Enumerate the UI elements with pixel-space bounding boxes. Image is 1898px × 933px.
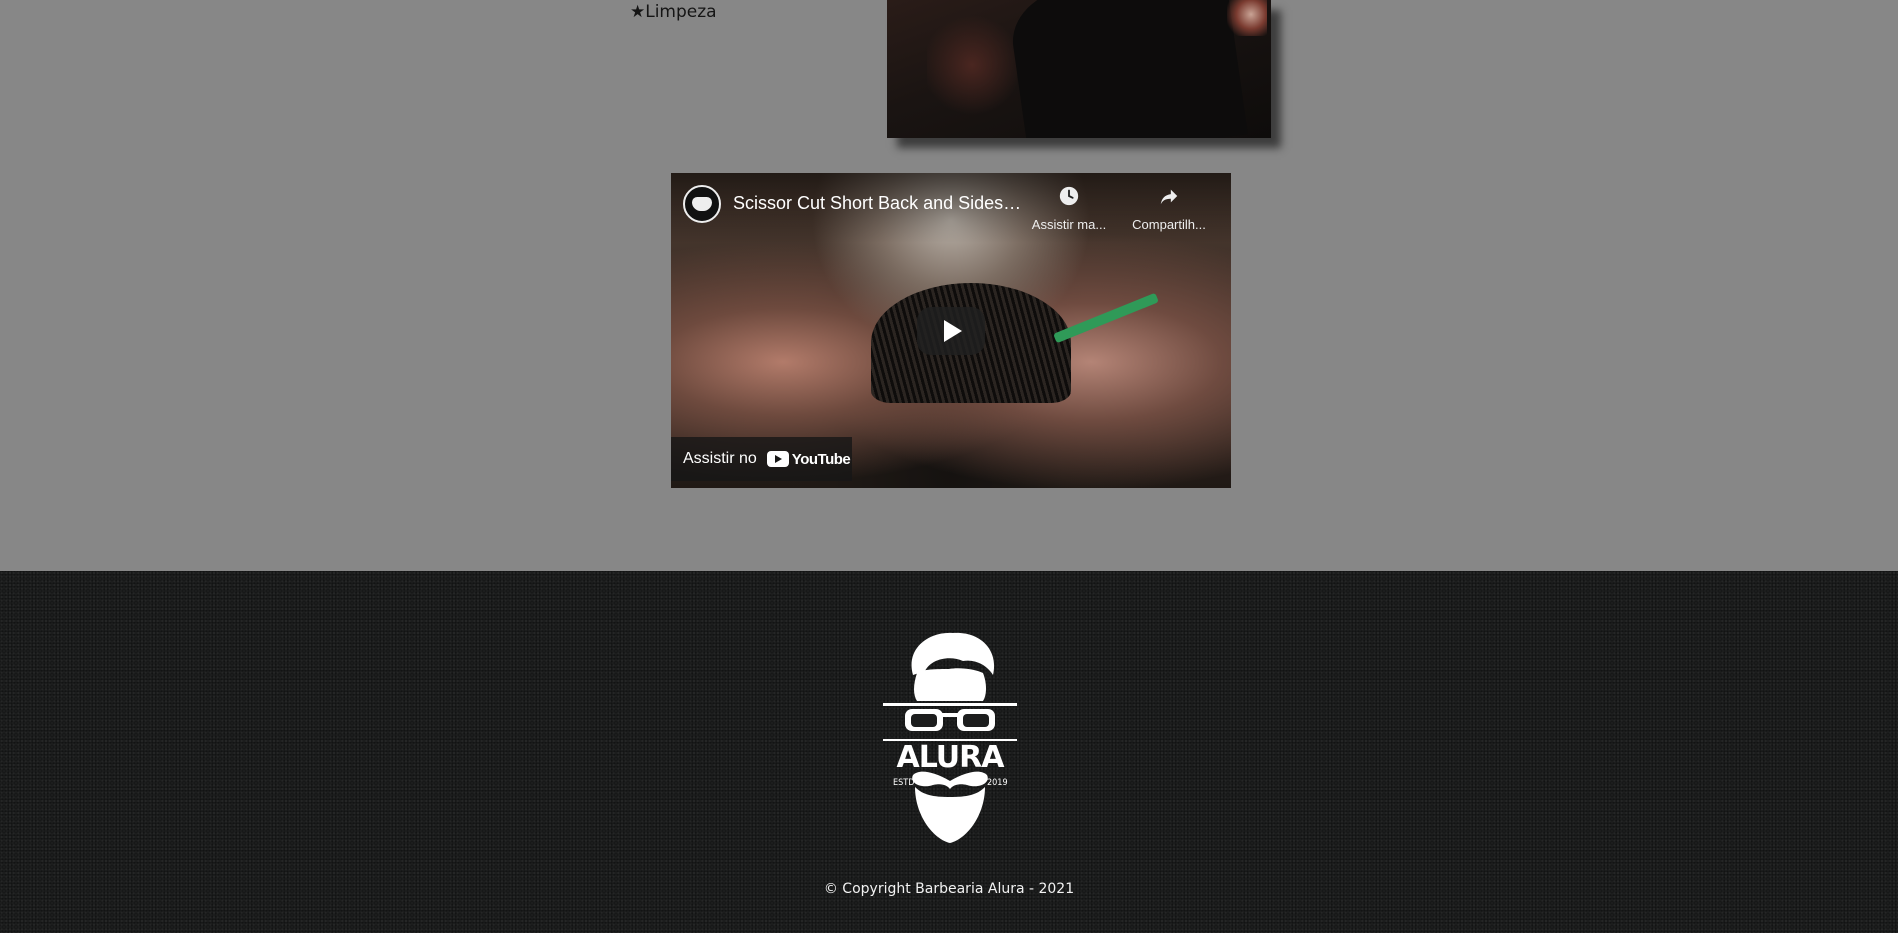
clock-icon — [1027, 185, 1111, 213]
barber-photo — [887, 0, 1271, 138]
svg-text:2019: 2019 — [987, 778, 1008, 788]
video-title[interactable]: Scissor Cut Short Back and Sides ... — [733, 193, 1023, 214]
share-button[interactable]: Compartilh... — [1127, 185, 1211, 232]
copyright-text: © Copyright Barbearia Alura - 2021 — [823, 881, 1075, 897]
youtube-video-embed[interactable]: Scissor Cut Short Back and Sides ... Ass… — [671, 173, 1231, 488]
play-button[interactable] — [917, 307, 985, 355]
barbearia-alura-logo: ALURA ESTD 2019 — [883, 632, 1017, 843]
watch-later-label: Assistir ma... — [1031, 217, 1107, 232]
share-icon — [1127, 185, 1211, 213]
share-label: Compartilh... — [1132, 217, 1206, 232]
channel-avatar[interactable] — [683, 185, 721, 223]
svg-text:ALURA: ALURA — [897, 740, 1006, 775]
youtube-logo: YouTube — [766, 451, 851, 468]
site-footer: ALURA ESTD 2019 © Copyright Barbearia Al… — [0, 571, 1898, 933]
watch-later-button[interactable]: Assistir ma... — [1027, 185, 1111, 232]
benefit-item-limpeza: ★Limpeza — [630, 2, 717, 22]
svg-text:ESTD: ESTD — [893, 778, 914, 788]
watch-on-youtube-button[interactable]: Assistir no YouTube — [671, 437, 852, 481]
play-icon — [944, 320, 962, 342]
watch-on-label: Assistir no — [683, 450, 757, 467]
